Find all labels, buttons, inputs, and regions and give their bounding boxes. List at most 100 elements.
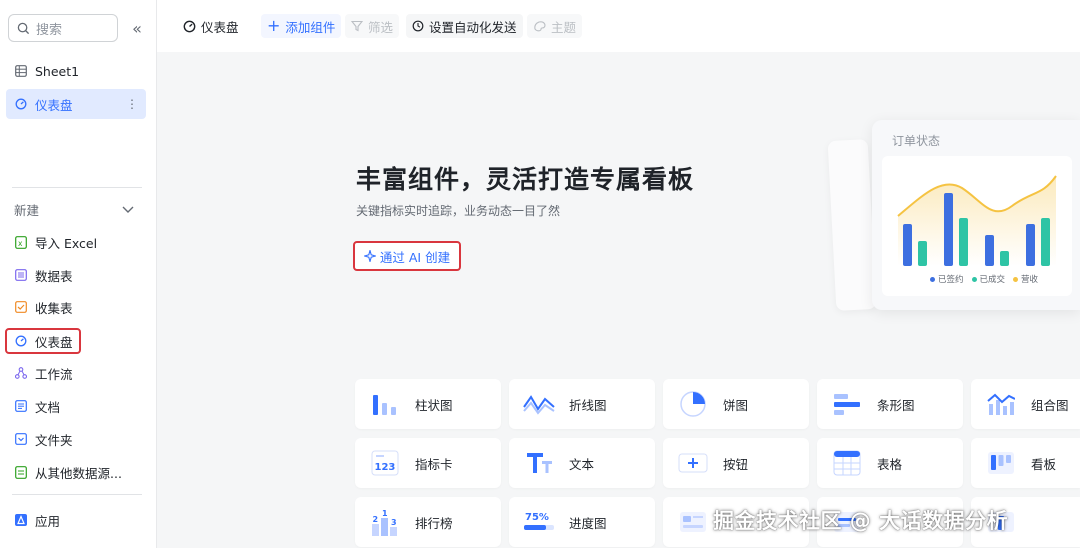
excel-icon: x bbox=[14, 235, 28, 249]
add-component-button[interactable]: + 添加组件 bbox=[261, 14, 342, 38]
component-table[interactable]: 表格 bbox=[817, 438, 963, 488]
component-label: 文本 bbox=[569, 456, 595, 472]
theme-icon bbox=[533, 20, 546, 32]
search-input[interactable]: 搜索 bbox=[8, 14, 118, 42]
new-section-header[interactable]: 新建 bbox=[14, 200, 134, 219]
legend-item: 已签约 bbox=[930, 273, 964, 285]
component-label: 指标卡 bbox=[415, 456, 453, 472]
auto-send-button[interactable]: 设置自动化发送 bbox=[406, 14, 523, 38]
component-label: 排行榜 bbox=[415, 515, 453, 531]
component-label: 饼图 bbox=[723, 397, 749, 413]
datatable-icon bbox=[14, 268, 28, 282]
ranking-icon: 12 3 bbox=[369, 507, 401, 537]
document-icon bbox=[14, 399, 28, 413]
sidebar-item-import-excel[interactable]: x 导入 Excel bbox=[6, 227, 146, 257]
component-progress[interactable]: 75% 进度图 bbox=[509, 497, 655, 547]
card-layout-icon bbox=[677, 507, 709, 537]
dashboard-icon bbox=[14, 97, 28, 111]
component-text[interactable]: 文本 bbox=[509, 438, 655, 488]
component-label: 条形图 bbox=[877, 397, 915, 413]
sidebar-item-form[interactable]: 收集表 bbox=[6, 292, 146, 322]
component-line-chart[interactable]: 折线图 bbox=[509, 379, 655, 429]
preview-chart-graphic bbox=[897, 175, 1057, 266]
preview-card-title: 订单状态 bbox=[892, 134, 941, 148]
sidebar-item-folder[interactable]: 文件夹 bbox=[6, 424, 146, 454]
form-icon bbox=[14, 300, 28, 314]
double-chevron-left-icon: « bbox=[132, 18, 142, 38]
sidebar-item-label: 收集表 bbox=[35, 300, 73, 316]
sidebar-item-label: 工作流 bbox=[35, 366, 73, 382]
component-ranking[interactable]: 12 3 排行榜 bbox=[355, 497, 501, 547]
component-horizontal-bar[interactable]: 条形图 bbox=[817, 379, 963, 429]
plus-icon: + bbox=[267, 16, 281, 35]
component-label: 折线图 bbox=[569, 397, 607, 413]
sidebar-item-sheet1[interactable]: Sheet1 bbox=[6, 56, 146, 86]
svg-text:3: 3 bbox=[391, 518, 397, 527]
new-section-label: 新建 bbox=[14, 203, 40, 218]
sidebar-item-label: 数据表 bbox=[35, 268, 73, 284]
create-with-ai-button[interactable]: 通过 AI 创建 bbox=[353, 241, 461, 271]
sidebar-item-label: 文件夹 bbox=[35, 432, 73, 448]
component-bar-chart[interactable]: 柱状图 bbox=[355, 379, 501, 429]
preview-card-shadow bbox=[827, 139, 877, 311]
component-metric-card[interactable]: 123 指标卡 bbox=[355, 438, 501, 488]
filter-button[interactable]: 筛选 bbox=[345, 14, 400, 38]
component-kanban[interactable]: 看板 bbox=[971, 438, 1080, 488]
kanban-icon bbox=[985, 448, 1017, 478]
component-label: 表格 bbox=[877, 456, 903, 472]
component-label: 组合图 bbox=[1031, 397, 1069, 413]
sheet-icon bbox=[14, 64, 28, 78]
component-label: 按钮 bbox=[723, 456, 749, 472]
component-label: 进度图 bbox=[569, 515, 607, 531]
dashboard-title[interactable]: 仪表盘 bbox=[177, 14, 245, 38]
more-options-icon[interactable]: ⋮ bbox=[126, 97, 138, 111]
sidebar-item-label: 文档 bbox=[35, 399, 61, 415]
legend-item: 已成交 bbox=[971, 273, 1005, 285]
hero-subtitle: 关键指标实时追踪，业务动态一目了然 bbox=[356, 204, 561, 218]
svg-text:2: 2 bbox=[373, 515, 379, 524]
watermark: 掘金技术社区 @ 大话数据分析 bbox=[713, 509, 1009, 533]
sidebar-item-label: 从其他数据源... bbox=[35, 465, 122, 481]
sidebar-item-dashboard[interactable]: 仪表盘 ⋮ bbox=[6, 89, 146, 119]
sidebar-item-other-source[interactable]: 从其他数据源... bbox=[6, 457, 146, 487]
sidebar-item-workflow[interactable]: 工作流 bbox=[6, 358, 146, 388]
sidebar-item-label: Sheet1 bbox=[35, 63, 80, 79]
preview-legend: 已签约 已成交 营收 bbox=[930, 273, 1038, 285]
svg-text:1: 1 bbox=[382, 509, 388, 518]
svg-text:123: 123 bbox=[375, 462, 396, 473]
data-source-icon bbox=[14, 465, 28, 479]
dashboard-title-label: 仪表盘 bbox=[201, 19, 239, 35]
line-chart-icon bbox=[523, 389, 555, 419]
pie-chart-icon bbox=[677, 389, 709, 419]
workflow-icon bbox=[14, 366, 28, 380]
app-icon bbox=[14, 513, 28, 527]
horizontal-bar-icon bbox=[831, 389, 863, 419]
search-icon bbox=[17, 22, 30, 34]
collapse-sidebar-button[interactable]: « bbox=[128, 18, 146, 38]
svg-text:75%: 75% bbox=[525, 512, 549, 523]
component-button[interactable]: 按钮 bbox=[663, 438, 809, 488]
metric-card-icon: 123 bbox=[369, 448, 401, 478]
component-label: 柱状图 bbox=[415, 397, 453, 413]
component-combo-chart[interactable]: 组合图 bbox=[971, 379, 1080, 429]
sparkle-icon bbox=[363, 250, 376, 262]
auto-send-label: 设置自动化发送 bbox=[429, 19, 517, 35]
component-pie-chart[interactable]: 饼图 bbox=[663, 379, 809, 429]
svg-text:x: x bbox=[18, 239, 23, 248]
progress-icon: 75% bbox=[523, 507, 555, 537]
theme-button[interactable]: 主题 bbox=[527, 14, 583, 38]
filter-icon bbox=[351, 20, 363, 32]
toolbar: 仪表盘 + 添加组件 筛选 设置自动化发送 主题 bbox=[157, 0, 1080, 52]
add-component-label: 添加组件 bbox=[285, 19, 336, 35]
folder-icon bbox=[14, 432, 28, 446]
sidebar-item-apps[interactable]: 应用 bbox=[6, 505, 146, 535]
sidebar-item-document[interactable]: 文档 bbox=[6, 391, 146, 421]
plus-button-icon bbox=[677, 448, 709, 478]
highlight-box bbox=[5, 328, 81, 354]
sidebar: 搜索 « Sheet1 仪表盘 ⋮ 新建 x 导入 Excel 数据表 收集表 … bbox=[0, 0, 157, 548]
chevron-down-icon bbox=[122, 206, 134, 213]
hero-title: 丰富组件，灵活打造专属看板 bbox=[356, 165, 695, 194]
text-icon bbox=[523, 448, 555, 478]
sidebar-item-label: 应用 bbox=[35, 513, 61, 529]
sidebar-item-datatable[interactable]: 数据表 bbox=[6, 260, 146, 290]
